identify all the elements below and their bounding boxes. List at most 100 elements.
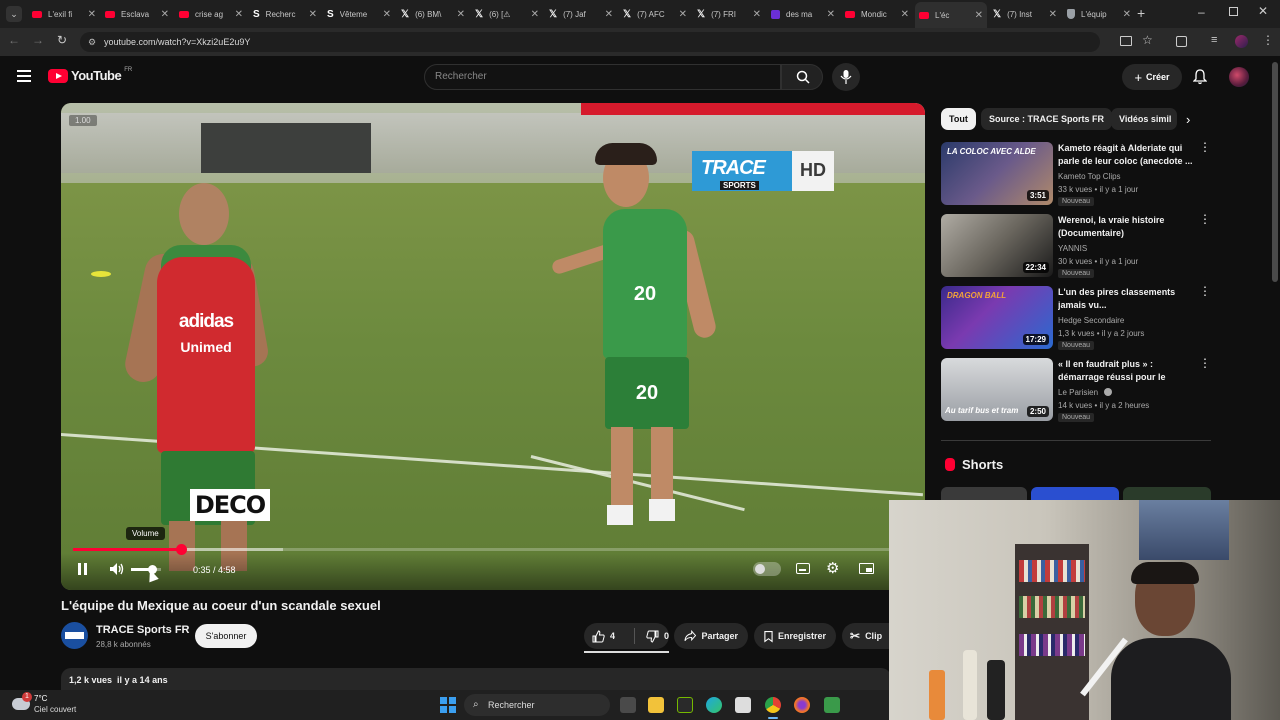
recommendation-item[interactable]: LA COLOC AVEC ALDE 3:51 Kameto réagit à Al…: [941, 141, 1211, 206]
browser-tab[interactable]: Mondic ✕: [841, 4, 913, 24]
video-progress-bar[interactable]: [73, 544, 913, 555]
page-scrollbar[interactable]: [1272, 62, 1278, 282]
recommendation-item[interactable]: DRAGON BALL 17:29 L'un des pires classemen…: [941, 285, 1211, 350]
store-icon[interactable]: [735, 697, 751, 713]
tab-close-icon[interactable]: ✕: [753, 9, 761, 20]
recommendation-title[interactable]: Kameto réagit à Alderiate qui parle de l…: [1058, 142, 1194, 168]
browser-tab[interactable]: S Recherc ✕: [249, 4, 321, 24]
filter-chip[interactable]: Vidéos simil: [1111, 108, 1177, 130]
more-options-icon[interactable]: ⋮: [1199, 213, 1211, 225]
pause-button[interactable]: [77, 563, 89, 575]
browser-tab[interactable]: 𝕏 (7) Jaf ✕: [545, 4, 617, 24]
more-options-icon[interactable]: ⋮: [1199, 357, 1211, 369]
browser-tab[interactable]: S Vêteme ✕: [323, 4, 395, 24]
media-control-icon[interactable]: ≡: [1211, 34, 1217, 46]
recommendation-thumbnail[interactable]: 22:34: [941, 214, 1053, 277]
recommendation-title[interactable]: Werenoi, la vraie histoire (Documentaire…: [1058, 214, 1194, 240]
search-button[interactable]: [781, 64, 823, 90]
tab-close-icon[interactable]: ✕: [605, 9, 613, 20]
install-app-icon[interactable]: [1120, 36, 1132, 46]
reload-icon[interactable]: ↻: [57, 33, 67, 47]
browser-tab[interactable]: 𝕏 (6) [⚠ ✕: [471, 4, 543, 24]
create-button[interactable]: + Créer: [1122, 64, 1182, 90]
voice-search-button[interactable]: [832, 63, 860, 91]
tab-close-icon[interactable]: ✕: [457, 9, 465, 20]
app-icon[interactable]: [824, 697, 840, 713]
weather-widget[interactable]: 1 7°C Ciel couvert: [8, 692, 98, 718]
file-explorer-icon[interactable]: [648, 697, 664, 713]
bookmark-star-icon[interactable]: ☆: [1142, 33, 1153, 47]
notifications-button[interactable]: [1192, 69, 1208, 90]
extensions-icon[interactable]: [1176, 36, 1187, 47]
recommendation-title[interactable]: L'un des pires classements jamais vu...: [1058, 286, 1194, 312]
recommendation-channel[interactable]: Kameto Top Clips: [1058, 172, 1121, 181]
site-info-icon[interactable]: ⚙: [88, 32, 96, 52]
subscribe-button[interactable]: S'abonner: [195, 624, 257, 648]
recommendation-channel[interactable]: Hedge Secondaire: [1058, 316, 1124, 325]
menu-icon[interactable]: [17, 70, 31, 82]
more-options-icon[interactable]: ⋮: [1199, 285, 1211, 297]
back-icon[interactable]: ←: [8, 33, 20, 47]
tab-close-icon[interactable]: ✕: [1123, 9, 1131, 20]
minimize-button[interactable]: –: [1198, 5, 1205, 19]
shorts-thumb-2[interactable]: [1031, 487, 1119, 501]
taskbar-search[interactable]: ⌕ Rechercher: [464, 694, 610, 716]
dislike-button[interactable]: 0: [640, 630, 669, 643]
mute-button[interactable]: [109, 562, 125, 581]
browser-tab[interactable]: 𝕏 (7) Inst ✕: [989, 4, 1061, 24]
browser-menu-icon[interactable]: ⋮: [1262, 33, 1274, 47]
tab-close-icon[interactable]: ✕: [827, 9, 835, 20]
browser-tab[interactable]: L'équip ✕: [1063, 4, 1135, 24]
recommendation-title[interactable]: « Il en faudrait plus » : démarrage réus…: [1058, 358, 1194, 384]
recommendation-item[interactable]: Au tarif bus et tram 2:50 « Il en faudrait…: [941, 357, 1211, 422]
channel-avatar[interactable]: [61, 622, 88, 649]
account-avatar[interactable]: [1229, 67, 1249, 87]
browser-tab[interactable]: 𝕏 (6) BM\ ✕: [397, 4, 469, 24]
filter-chip[interactable]: Tout: [941, 108, 976, 130]
like-button[interactable]: 4: [584, 629, 629, 643]
tab-close-icon[interactable]: ✕: [309, 9, 317, 20]
filter-chip[interactable]: Source : TRACE Sports FR: [981, 108, 1113, 130]
tab-close-icon[interactable]: ✕: [88, 9, 96, 20]
recommendation-thumbnail[interactable]: Au tarif bus et tram 2:50: [941, 358, 1053, 421]
recommendation-channel[interactable]: Le Parisien: [1058, 388, 1098, 397]
browser-tab[interactable]: 𝕏 (7) AFC ✕: [619, 4, 691, 24]
shorts-thumb-3[interactable]: [1123, 487, 1211, 501]
recommendation-channel[interactable]: YANNIS: [1058, 244, 1087, 253]
browser-tab[interactable]: L'éc ✕: [915, 2, 987, 28]
browser-tab[interactable]: crise ag ✕: [175, 4, 247, 24]
video-player[interactable]: adidas Unimed 20 20 1.00 TRACE SPORTS HD…: [61, 103, 925, 590]
save-button[interactable]: Enregistrer: [754, 623, 836, 649]
firefox-icon[interactable]: [794, 697, 810, 713]
task-view-icon[interactable]: [620, 697, 636, 713]
chips-next-button[interactable]: ›: [1186, 112, 1190, 127]
settings-button[interactable]: ⚙: [826, 559, 839, 577]
youtube-logo[interactable]: YouTube FR: [48, 67, 132, 83]
maximize-button[interactable]: [1229, 7, 1238, 16]
share-button[interactable]: Partager: [674, 623, 748, 649]
tab-close-icon[interactable]: ✕: [531, 9, 539, 20]
clip-button[interactable]: ✂ Clip: [842, 623, 890, 649]
tab-close-icon[interactable]: ✕: [161, 9, 169, 20]
miniplayer-button[interactable]: [859, 563, 874, 574]
recommendation-item[interactable]: 22:34 Werenoi, la vraie histoire (Documen…: [941, 213, 1211, 278]
forward-icon[interactable]: →: [32, 33, 44, 47]
close-window-button[interactable]: ✕: [1258, 4, 1268, 18]
browser-tab[interactable]: des ma ✕: [767, 4, 839, 24]
tab-close-icon[interactable]: ✕: [975, 10, 983, 21]
channel-name[interactable]: TRACE Sports FR: [96, 624, 190, 636]
chrome-icon[interactable]: [765, 697, 781, 713]
new-tab-button[interactable]: +: [1137, 5, 1145, 21]
tab-close-icon[interactable]: ✕: [1049, 9, 1057, 20]
search-input[interactable]: Rechercher: [424, 64, 781, 90]
tab-close-icon[interactable]: ✕: [679, 9, 687, 20]
nvidia-icon[interactable]: [677, 697, 693, 713]
recommendation-thumbnail[interactable]: DRAGON BALL 17:29: [941, 286, 1053, 349]
subtitles-button[interactable]: [796, 563, 810, 574]
browser-tab[interactable]: L'exil fi ✕: [28, 4, 100, 24]
autoplay-toggle[interactable]: [753, 562, 781, 576]
browser-tab[interactable]: 𝕏 (7) FRI ✕: [693, 4, 765, 24]
start-button[interactable]: [440, 697, 456, 713]
browser-tab[interactable]: Esclava ✕: [101, 4, 173, 24]
tab-list-dropdown[interactable]: ⌄: [6, 6, 22, 22]
